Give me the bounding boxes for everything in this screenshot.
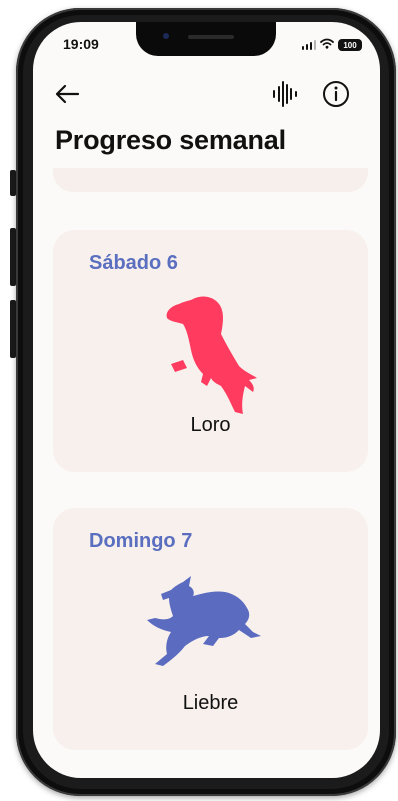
day-card-saturday[interactable]: Sábado 6 Loro bbox=[53, 230, 368, 472]
card-animal-name: Loro bbox=[190, 414, 231, 436]
day-card-sunday[interactable]: Domingo 7 Liebre bbox=[53, 508, 368, 750]
info-button[interactable] bbox=[320, 78, 352, 110]
status-time: 19:09 bbox=[63, 36, 99, 52]
sound-wave-icon bbox=[273, 81, 297, 107]
weekly-progress-list[interactable]: Sábado 6 Loro Domingo 7 Liebre bbox=[33, 168, 380, 778]
front-camera bbox=[163, 33, 169, 39]
card-animal-name: Liebre bbox=[182, 692, 239, 714]
info-circle-icon bbox=[323, 81, 349, 107]
arrow-left-icon bbox=[55, 84, 80, 104]
back-button[interactable] bbox=[51, 80, 83, 108]
wifi-icon bbox=[320, 36, 334, 54]
status-icons: 100 bbox=[301, 36, 362, 54]
parrot-icon bbox=[166, 296, 257, 414]
audio-button[interactable] bbox=[270, 78, 300, 110]
earpiece-speaker bbox=[188, 35, 234, 39]
card-day-label: Domingo 7 bbox=[89, 530, 193, 552]
signal-icon bbox=[301, 40, 316, 50]
hare-icon bbox=[147, 576, 261, 666]
battery-icon: 100 bbox=[338, 39, 362, 51]
notch bbox=[136, 22, 276, 56]
top-navigation bbox=[33, 74, 380, 114]
app-screen: 19:09 100 Progreso semanal Sábado 6 Loro… bbox=[33, 22, 380, 778]
card-day-label: Sábado 6 bbox=[89, 252, 178, 274]
day-card-partial[interactable] bbox=[53, 168, 368, 192]
page-title: Progreso semanal bbox=[55, 125, 286, 155]
